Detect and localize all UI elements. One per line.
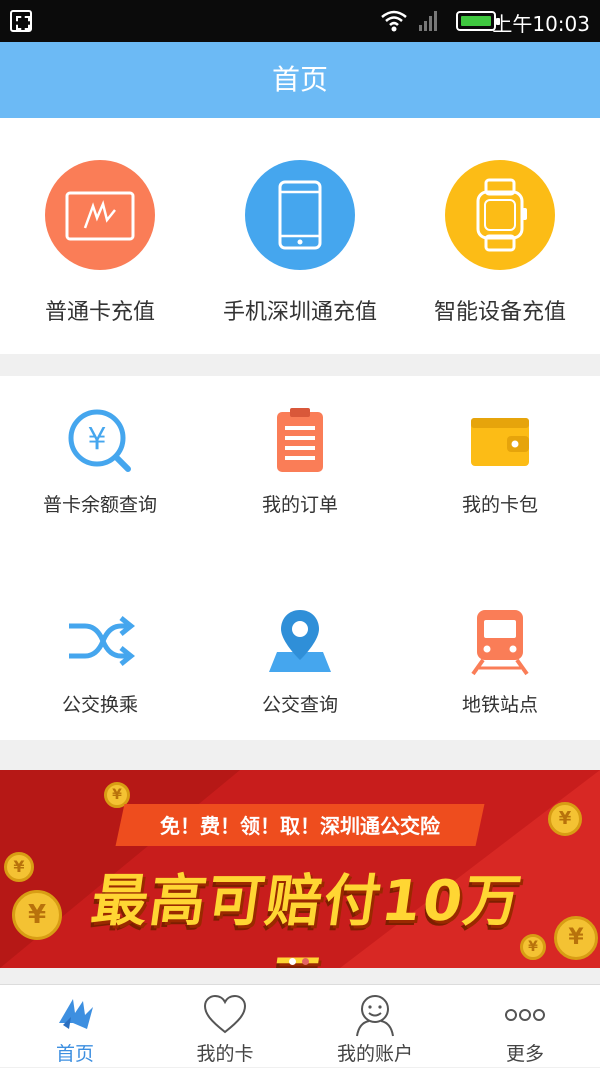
balance-query-button[interactable]: ¥ 普卡余额查询 [0, 406, 200, 517]
primary-actions: 普通卡充值 手机深圳通充值 智能设备充值 [0, 118, 600, 354]
balance-search-icon: ¥ [65, 406, 135, 476]
home-fish-icon [53, 993, 97, 1037]
my-orders-label: 我的订单 [261, 494, 338, 516]
recharge-card-label: 普通卡充值 [44, 300, 155, 325]
carousel-dots [286, 950, 312, 969]
tab-home-label: 首页 [55, 1043, 94, 1065]
wifi-icon [381, 10, 407, 32]
my-orders-button[interactable]: 我的订单 [200, 406, 400, 517]
coin-icon: ¥ [554, 916, 598, 960]
status-bar: 上午10:03 [0, 0, 600, 42]
more-icon [503, 993, 547, 1037]
tab-my-cards-label: 我的卡 [196, 1043, 254, 1065]
banner-ribbon-text: 免！费！领！取！深圳通公交险 [160, 814, 440, 838]
coin-icon: ¥ [12, 890, 62, 940]
tab-my-account-label: 我的账户 [336, 1043, 413, 1065]
card-icon [45, 160, 155, 270]
bottom-tab-bar: 首页 我的卡 我的账户 更多 [0, 984, 600, 1067]
tab-my-cards[interactable]: 我的卡 [150, 985, 300, 1068]
metro-stations-label: 地铁站点 [461, 694, 538, 716]
bus-query-button[interactable]: 公交查询 [200, 606, 400, 717]
heart-icon [203, 993, 247, 1037]
my-wallet-label: 我的卡包 [461, 494, 538, 516]
page-title: 首页 [0, 42, 600, 118]
map-pin-icon [265, 606, 335, 676]
tab-home[interactable]: 首页 [0, 985, 150, 1068]
tab-more-label: 更多 [505, 1043, 544, 1065]
services-grid: ¥ 普卡余额查询 我的订单 我的卡包 公交换乘 公交查询 地铁站点 [0, 376, 600, 740]
my-wallet-button[interactable]: 我的卡包 [400, 406, 600, 517]
promo-banner[interactable]: ¥ ¥ ¥ ¥ ¥ ¥ 免！费！领！取！深圳通公交险 最高可赔付10万元 [0, 770, 600, 968]
svg-text:¥: ¥ [87, 422, 106, 457]
transfer-icon [65, 606, 136, 676]
watch-icon [445, 160, 555, 270]
wallet-icon [465, 406, 535, 476]
coin-icon: ¥ [548, 802, 582, 836]
recharge-device-label: 智能设备充值 [433, 300, 566, 325]
clock: 上午10:03 [492, 12, 590, 36]
bus-transfer-label: 公交换乘 [61, 694, 138, 716]
tab-more[interactable]: 更多 [450, 985, 600, 1068]
bus-transfer-button[interactable]: 公交换乘 [0, 606, 200, 717]
carousel-dot-active[interactable] [289, 958, 296, 965]
signal-icon [419, 11, 437, 31]
user-icon [353, 993, 397, 1037]
recharge-phone-button[interactable]: 手机深圳通充值 [200, 160, 400, 326]
screenshot-icon [10, 10, 32, 32]
balance-query-label: 普卡余额查询 [42, 494, 157, 516]
bus-query-label: 公交查询 [261, 694, 338, 716]
order-icon [265, 406, 335, 476]
recharge-phone-label: 手机深圳通充值 [222, 300, 377, 325]
tab-my-account[interactable]: 我的账户 [300, 985, 450, 1068]
metro-icon [465, 606, 535, 676]
recharge-card-button[interactable]: 普通卡充值 [0, 160, 200, 326]
battery-icon [456, 11, 500, 31]
phone-icon [245, 160, 355, 270]
coin-icon: ¥ [4, 852, 34, 882]
carousel-dot[interactable] [302, 958, 309, 965]
recharge-device-button[interactable]: 智能设备充值 [400, 160, 600, 326]
metro-stations-button[interactable]: 地铁站点 [400, 606, 600, 717]
